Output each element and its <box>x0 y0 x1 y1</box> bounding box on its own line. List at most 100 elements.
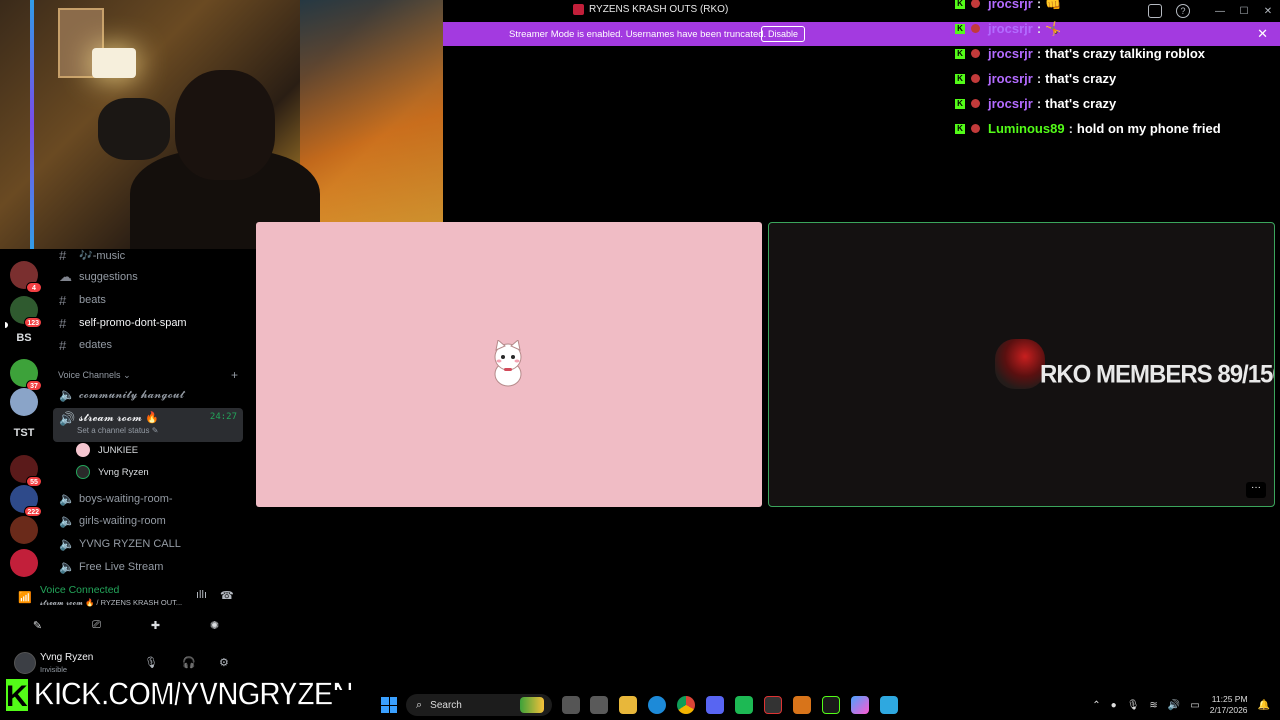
voice-status[interactable]: Voice Connected <box>40 584 119 596</box>
obs-icon[interactable] <box>764 696 782 714</box>
chrome-icon[interactable] <box>677 696 695 714</box>
chat-username: Luminous89 <box>988 121 1065 136</box>
channel-beats[interactable]: # beats <box>53 290 243 310</box>
voice-channel-stream-room[interactable]: 🔊 𝓼𝓽𝓻𝓮𝓪𝓶 𝓻𝓸𝓸𝓶 🔥 24:27 Set a channel stat… <box>53 408 243 442</box>
hash-icon: # <box>59 315 67 331</box>
battery-icon[interactable]: ▭ <box>1190 700 1199 711</box>
channel-music[interactable]: # 🎶-music <box>53 245 243 265</box>
soundboard-button[interactable]: ✺ <box>191 615 239 635</box>
channel-self-promo[interactable]: # self-promo-dont-spam <box>5 313 243 333</box>
channel-label: YVNG RYZEN CALL <box>79 538 181 550</box>
avatar[interactable] <box>14 652 36 674</box>
photos-icon[interactable] <box>880 696 898 714</box>
led-strip <box>30 0 34 249</box>
clock[interactable]: 11:25 PM 2/17/2026 <box>1210 694 1248 716</box>
chat-text: 👊 <box>1045 0 1062 11</box>
microphone-icon[interactable]: 🎙 <box>144 656 158 669</box>
kick-badge-icon: K <box>955 0 965 9</box>
chevron-up-icon[interactable]: ⌃ <box>1092 700 1100 711</box>
kick-badge-icon: K <box>955 98 965 109</box>
chat-message: K Luminous89: hold on my phone fried <box>955 116 1275 141</box>
server-icon[interactable]: 222 <box>10 485 42 517</box>
discord-icon[interactable] <box>706 696 724 714</box>
server-icon[interactable]: 4 <box>10 261 42 293</box>
voice-member[interactable]: JUNKIEE <box>76 440 138 460</box>
server-list: 4 123 BS 37 TST 55 222 <box>0 249 48 583</box>
edge-icon[interactable] <box>648 696 666 714</box>
search-icon: ⌕ <box>416 698 423 711</box>
camera-off-button[interactable]: ✎ <box>14 615 62 635</box>
terminal-icon[interactable] <box>822 696 840 714</box>
chat-text: 🤸 <box>1045 20 1062 36</box>
more-options-icon[interactable]: ··· <box>1246 482 1266 498</box>
channel-edates[interactable]: # edates <box>53 335 243 355</box>
voice-channel-girls-waiting[interactable]: 🔈 girls-waiting-room <box>53 511 243 531</box>
chat-text: that's crazy talking roblox <box>1045 46 1206 61</box>
add-channel-icon[interactable]: + <box>231 368 238 382</box>
noise-suppression-icon[interactable]: ıllı <box>196 589 207 601</box>
voice-actions: ✎ ⎚ ✚ ✺ <box>8 615 244 637</box>
copilot-icon[interactable] <box>851 696 869 714</box>
channel-label: 🎶-music <box>79 249 126 262</box>
windows-start-icon[interactable] <box>381 697 397 713</box>
hash-icon: # <box>59 292 67 308</box>
server-icon[interactable] <box>10 388 38 416</box>
volume-icon[interactable]: 🔊 <box>1168 700 1180 711</box>
server-icon[interactable]: 123 <box>10 296 42 328</box>
chat-username: jrocsrjr <box>988 71 1033 86</box>
kick-url: KICK.COM/YVNGRYZEN <box>33 675 355 713</box>
participant-tile-junkiee[interactable] <box>256 222 762 507</box>
disconnect-icon[interactable]: ☎ <box>220 589 234 602</box>
file-explorer-icon[interactable] <box>619 696 637 714</box>
avatar <box>76 443 90 457</box>
voice-channel-yvng-ryzen-call[interactable]: 🔈 YVNG RYZEN CALL <box>53 534 243 554</box>
speaker-icon: 🔈 <box>59 387 76 402</box>
kick-watermark: K KICK.COM/YVNGRYZEN <box>4 675 354 715</box>
wifi-icon[interactable]: ≋ <box>1149 700 1157 711</box>
channel-label: boys-waiting-room- <box>79 493 173 505</box>
chat-username: jrocsrjr <box>988 96 1033 111</box>
participant-tile-rko[interactable]: RKO MEMBERS 89/150 ··· <box>768 222 1275 507</box>
server-icon[interactable] <box>10 516 38 544</box>
channel-suggestions[interactable]: ☁ suggestions <box>53 267 243 287</box>
server-icon[interactable]: BS <box>10 324 38 352</box>
voice-category[interactable]: Voice Channels ⌄ + <box>58 368 238 382</box>
app-icon[interactable] <box>735 696 753 714</box>
kick-badge-icon: K <box>955 48 965 59</box>
server-icon[interactable]: TST <box>10 419 38 447</box>
channel-label: 𝓬𝓸𝓶𝓶𝓾𝓷𝓲𝓽𝔂 𝓱𝓪𝓷𝓰𝓸𝓾𝓽 <box>79 388 184 401</box>
search-highlight-icon <box>520 697 544 713</box>
channel-status[interactable]: Set a channel status ✎ <box>77 426 158 435</box>
voice-channel-boys-waiting[interactable]: 🔈 boys-waiting-room- <box>53 489 243 509</box>
gear-icon[interactable]: ⚙ <box>219 656 229 669</box>
notification-icon[interactable]: 🔔 <box>1258 700 1270 711</box>
fl-studio-icon[interactable] <box>793 696 811 714</box>
rko-logo-figure <box>995 339 1045 389</box>
voice-member[interactable]: Yvng Ryzen <box>76 462 149 482</box>
channel-list: # 🎶-music ☁ suggestions # beats # self-p… <box>5 248 248 583</box>
task-view-icon[interactable] <box>562 696 580 714</box>
chevron-down-icon: ⌄ <box>123 370 131 380</box>
disable-button[interactable]: Disable <box>761 26 806 42</box>
taskbar-search[interactable]: ⌕ Search <box>406 694 552 716</box>
voice-location[interactable]: 𝓼𝓽𝓻𝓮𝓪𝓶 𝓻𝓸𝓸𝓶 🔥 / RYZENS KRASH OUT... <box>40 598 182 608</box>
voice-channel-free-live-stream[interactable]: 🔈 Free Live Stream <box>53 557 243 577</box>
store-icon[interactable] <box>590 696 608 714</box>
username[interactable]: Yvng Ryzen <box>40 652 93 663</box>
signal-icon[interactable]: 📶 <box>18 591 32 604</box>
subscriber-badge-icon <box>971 0 980 8</box>
kick-badge-icon: K <box>955 123 965 134</box>
taskbar: ⌕ Search ⌃ ● 🎙 ≋ 🔊 ▭ 11:25 PM 2/17/2026 … <box>332 690 1280 720</box>
server-icon[interactable] <box>10 549 38 577</box>
voice-channel-community-hangout[interactable]: 🔈 𝓬𝓸𝓶𝓶𝓾𝓷𝓲𝓽𝔂 𝓱𝓪𝓷𝓰𝓸𝓾𝓽 <box>53 385 243 405</box>
record-icon[interactable]: ● <box>1111 700 1117 711</box>
server-icon[interactable]: 37 <box>10 359 42 391</box>
activities-button[interactable]: ✚ <box>132 615 180 635</box>
headphones-icon[interactable]: 🎧 <box>182 656 196 669</box>
server-icon[interactable]: 55 <box>10 455 42 487</box>
kick-badge-icon: K <box>955 73 965 84</box>
microphone-tray-icon[interactable]: 🎙 <box>1127 700 1140 711</box>
kick-logo-icon: K <box>4 677 30 713</box>
screen-share-button[interactable]: ⎚ <box>73 615 121 635</box>
speaker-active-icon: 🔊 <box>59 411 76 426</box>
